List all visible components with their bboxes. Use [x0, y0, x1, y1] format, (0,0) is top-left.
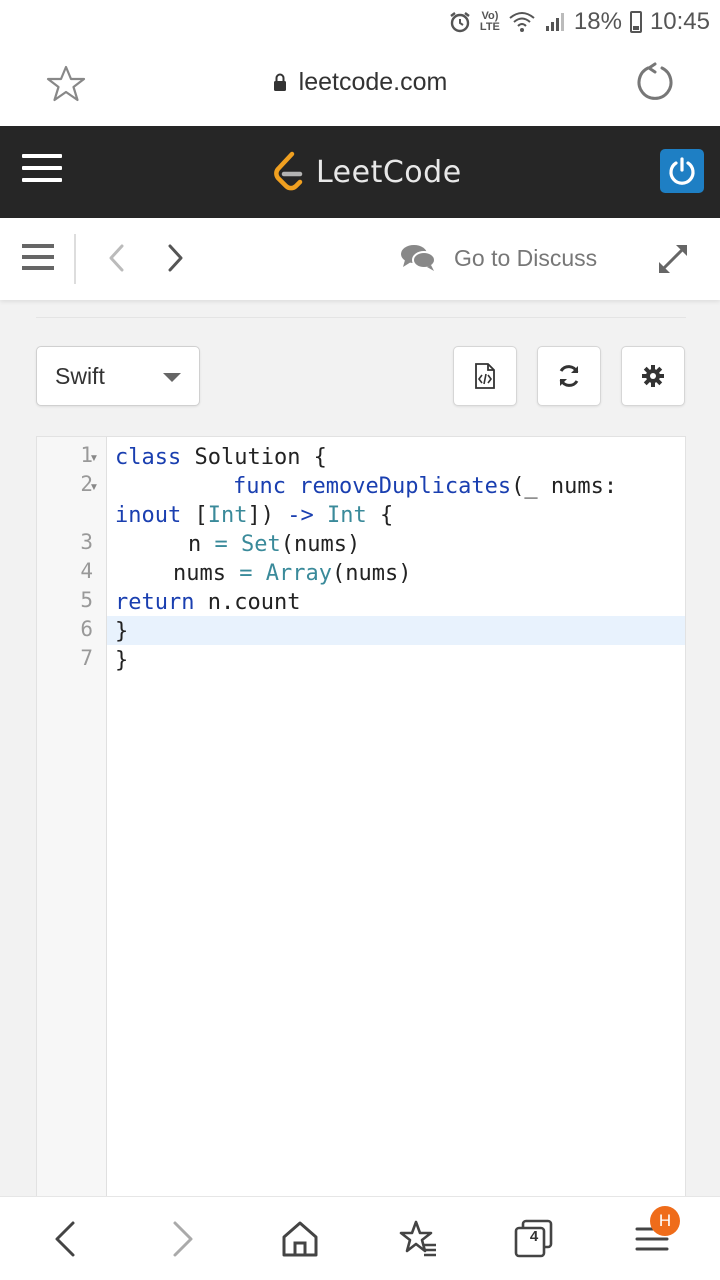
hamburger-menu-icon[interactable]: [22, 154, 62, 184]
back-icon[interactable]: [44, 1217, 88, 1261]
power-icon[interactable]: [660, 149, 704, 193]
line-number: 4: [80, 559, 93, 583]
go-to-discuss-button[interactable]: Go to Discuss: [400, 240, 597, 276]
alarm-icon: [448, 10, 472, 34]
code-token: nums: [173, 561, 240, 586]
volte-bottom-text: LTE: [479, 21, 500, 33]
code-token: class: [115, 445, 182, 470]
chevron-right-icon[interactable]: [160, 240, 190, 276]
code-token: {: [366, 503, 394, 528]
code-token: Solution {: [181, 445, 327, 470]
code-token: func: [233, 474, 286, 499]
refresh-icon: [559, 365, 579, 387]
line-number: 3: [80, 530, 93, 554]
menu-icon[interactable]: [22, 244, 54, 272]
line-number: 2: [80, 472, 93, 496]
code-token: =: [239, 561, 253, 586]
reload-icon[interactable]: [634, 62, 676, 104]
settings-button[interactable]: [621, 346, 685, 406]
code-token: removeDuplicates: [299, 474, 512, 499]
code-token: ]): [247, 503, 288, 528]
leetcode-logo-icon: [274, 151, 303, 191]
code-token: inout: [115, 503, 182, 528]
browser-url-bar: leetcode.com: [0, 44, 720, 126]
line-number: 6: [80, 617, 93, 641]
code-token: (nums): [280, 532, 361, 557]
lock-icon: [273, 69, 287, 91]
tabs-icon[interactable]: 4: [512, 1217, 556, 1261]
code-token: [: [181, 503, 208, 528]
section-divider: [36, 317, 686, 318]
url-text: leetcode.com: [298, 68, 448, 96]
battery-percent: 18%: [573, 8, 622, 35]
chevron-left-icon[interactable]: [102, 240, 132, 276]
reset-code-button[interactable]: [537, 346, 601, 406]
code-token: return: [115, 590, 195, 615]
notification-badge: H: [650, 1206, 680, 1236]
line-gutter: 1 ▼ 2 ▼ 3 4 5 6 7: [37, 437, 107, 1196]
signal-icon: [544, 11, 566, 33]
leetcode-logo[interactable]: LeetCode: [270, 148, 462, 196]
code-token: (nums): [331, 561, 412, 586]
toolbar-divider: [74, 234, 76, 284]
url-field[interactable]: leetcode.com: [0, 68, 720, 97]
code-token: n.count: [194, 590, 301, 615]
battery-icon: [629, 11, 642, 33]
code-line-2: func removeDuplicates(_ nums:: [233, 472, 617, 501]
code-token: ->: [287, 503, 314, 528]
line-number: 1: [80, 443, 93, 467]
code-line-7: }: [115, 648, 129, 673]
wifi-icon: [508, 11, 536, 33]
home-icon[interactable]: [278, 1217, 322, 1261]
caret-down-icon: [163, 373, 181, 382]
leetcode-header: LeetCode: [0, 126, 720, 218]
code-line-1: class Solution {: [115, 443, 327, 472]
code-token: =: [214, 532, 228, 557]
code-line-6: }: [115, 619, 129, 644]
problem-toolbar: Go to Discuss: [0, 218, 720, 300]
code-token: (_ nums:: [511, 474, 618, 499]
code-line-2-wrap: inout [Int]) -> Int {: [115, 501, 393, 530]
code-line-4: nums = Array(nums): [173, 559, 411, 588]
browser-bottom-nav: 4: [0, 1196, 720, 1280]
code-token: Int: [207, 503, 248, 528]
volte-icon: Vo) LTE: [480, 11, 500, 33]
code-file-button[interactable]: [453, 346, 517, 406]
code-file-icon: [475, 363, 495, 389]
tabs-count: 4: [529, 1228, 539, 1245]
bookmarks-icon[interactable]: [396, 1217, 440, 1261]
expand-icon[interactable]: [656, 242, 690, 276]
code-token: n: [188, 532, 215, 557]
code-line-5: return n.count: [115, 588, 300, 617]
active-line-highlight: [107, 616, 685, 645]
code-token: Set: [241, 532, 281, 557]
forward-icon[interactable]: [160, 1217, 204, 1261]
code-line-3: n = Set(nums): [188, 530, 360, 559]
line-number: 5: [80, 588, 93, 612]
code-editor[interactable]: 1 ▼ 2 ▼ 3 4 5 6 7 class Solution { func …: [36, 436, 686, 1196]
language-value: Swift: [55, 362, 105, 389]
line-number: 7: [80, 646, 93, 670]
discuss-label: Go to Discuss: [454, 244, 598, 271]
code-token: Int: [326, 503, 367, 528]
fold-arrow-icon[interactable]: ▼: [89, 482, 99, 493]
status-bar: Vo) LTE 18% 10:45: [0, 0, 720, 44]
status-time: 10:45: [649, 8, 710, 35]
language-select[interactable]: Swift: [36, 346, 200, 406]
gear-icon: [642, 365, 664, 387]
code-token: Array: [265, 561, 332, 586]
fold-arrow-icon[interactable]: ▼: [89, 453, 99, 464]
comments-icon: [401, 245, 436, 271]
logo-text: LeetCode: [316, 154, 462, 190]
